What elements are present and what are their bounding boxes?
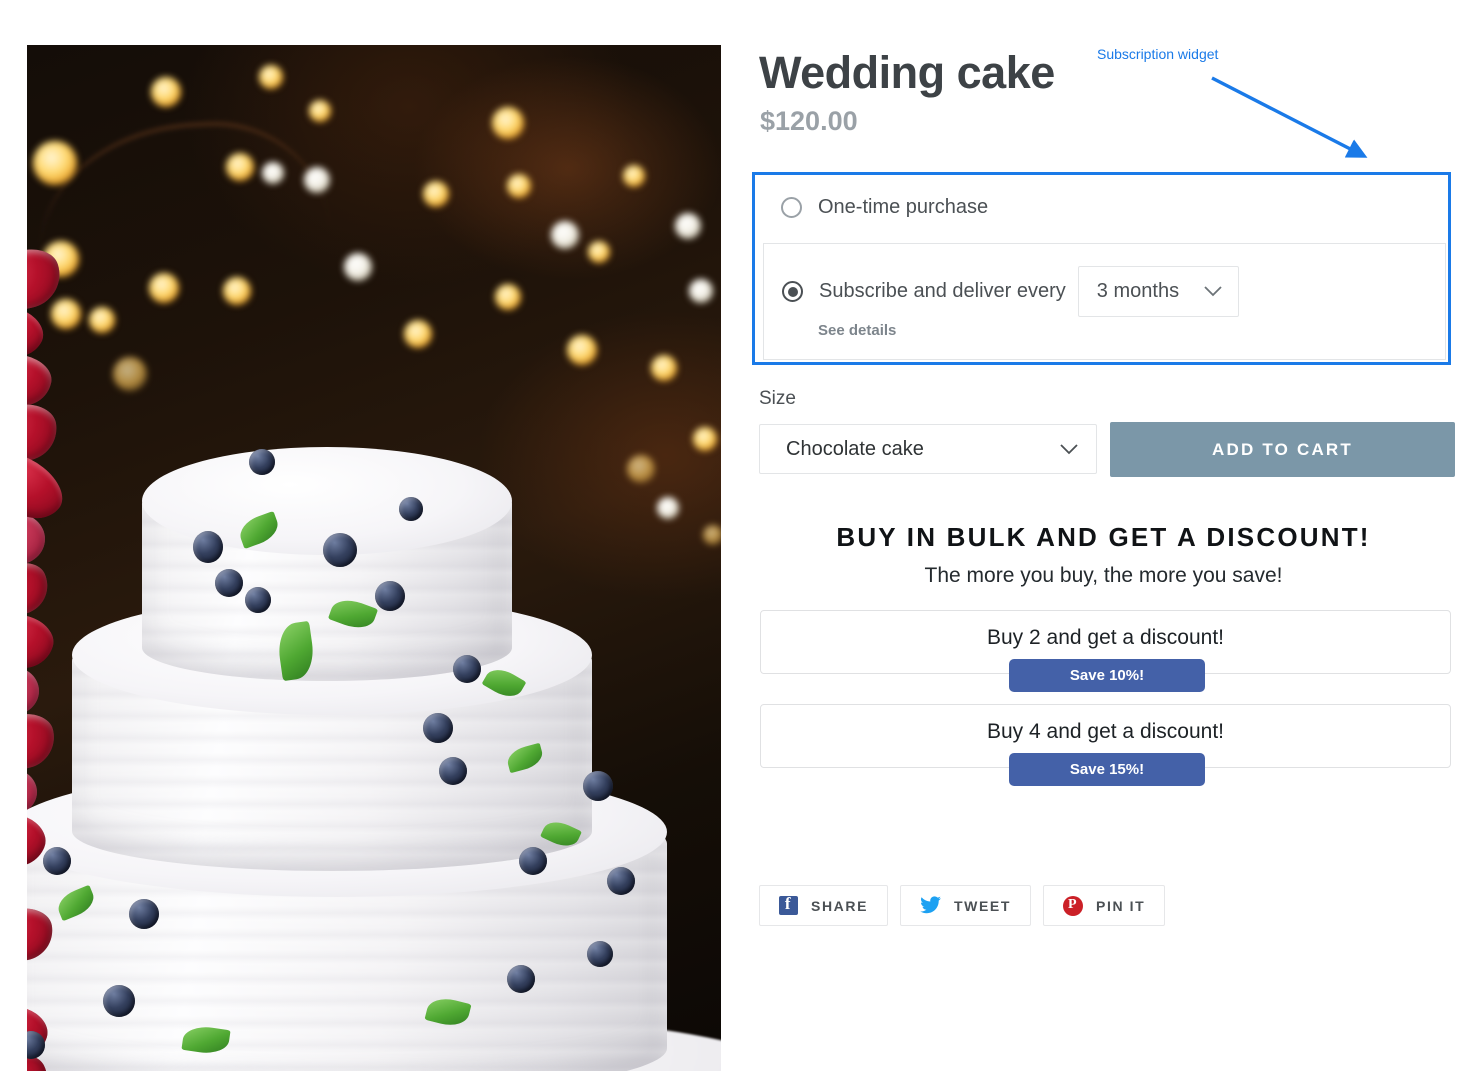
pinterest-icon <box>1063 895 1084 916</box>
chevron-down-icon <box>1060 443 1078 454</box>
discount-card-text: Buy 2 and get a discount! <box>987 626 1224 649</box>
bulk-discount-title: BUY IN BULK AND GET A DISCOUNT! <box>836 522 1371 552</box>
product-details-panel: Wedding cake $120.00 Subscription widget… <box>752 0 1462 1071</box>
subscribe-option-row[interactable]: Subscribe and deliver every 3 months <box>764 244 1445 317</box>
delivery-interval-value: 3 months <box>1096 280 1180 302</box>
annotation-label: Subscription widget <box>1097 46 1219 62</box>
subscribe-option-card[interactable]: Subscribe and deliver every 3 months See… <box>763 243 1446 360</box>
light-string-wire <box>33 115 331 256</box>
one-time-purchase-label: One-time purchase <box>818 195 989 218</box>
one-time-purchase-option[interactable]: One-time purchase <box>755 175 1448 239</box>
product-price: $120.00 <box>760 106 858 136</box>
size-select[interactable]: Chocolate cake <box>759 424 1097 474</box>
facebook-share-label: SHARE <box>811 897 869 914</box>
save-badge[interactable]: Save 15%! <box>1009 753 1205 786</box>
pinterest-share-label: PIN IT <box>1096 897 1146 914</box>
delivery-interval-select[interactable]: 3 months <box>1077 266 1239 317</box>
subscription-widget[interactable]: One-time purchase Subscribe and deliver … <box>752 172 1451 365</box>
social-share-row: SHARE TWEET PIN IT <box>759 885 1166 926</box>
facebook-share-button[interactable]: SHARE <box>759 885 889 926</box>
discount-card-text: Buy 4 and get a discount! <box>987 720 1224 743</box>
page-title: Wedding cake <box>759 47 1055 98</box>
see-details-link[interactable]: See details <box>818 322 896 339</box>
twitter-share-label: TWEET <box>954 897 1012 914</box>
one-time-radio-icon[interactable] <box>781 196 802 218</box>
save-badge[interactable]: Save 10%! <box>1009 659 1205 692</box>
size-label: Size <box>759 388 796 409</box>
twitter-icon <box>920 896 941 914</box>
chevron-down-icon <box>1204 286 1222 297</box>
subscribe-label: Subscribe and deliver every <box>819 280 1066 302</box>
annotation-arrow-icon <box>1211 76 1368 158</box>
cake-illustration <box>27 240 721 1071</box>
pinterest-share-button[interactable]: PIN IT <box>1043 885 1166 926</box>
size-select-value: Chocolate cake <box>786 437 924 460</box>
subscribe-radio-icon[interactable] <box>782 281 803 302</box>
product-image[interactable] <box>27 45 721 1071</box>
bulk-discount-subtitle: The more you buy, the more you save! <box>924 564 1283 587</box>
twitter-share-button[interactable]: TWEET <box>900 885 1032 926</box>
facebook-icon <box>779 894 798 915</box>
add-to-cart-button[interactable]: ADD TO CART <box>1110 422 1455 477</box>
